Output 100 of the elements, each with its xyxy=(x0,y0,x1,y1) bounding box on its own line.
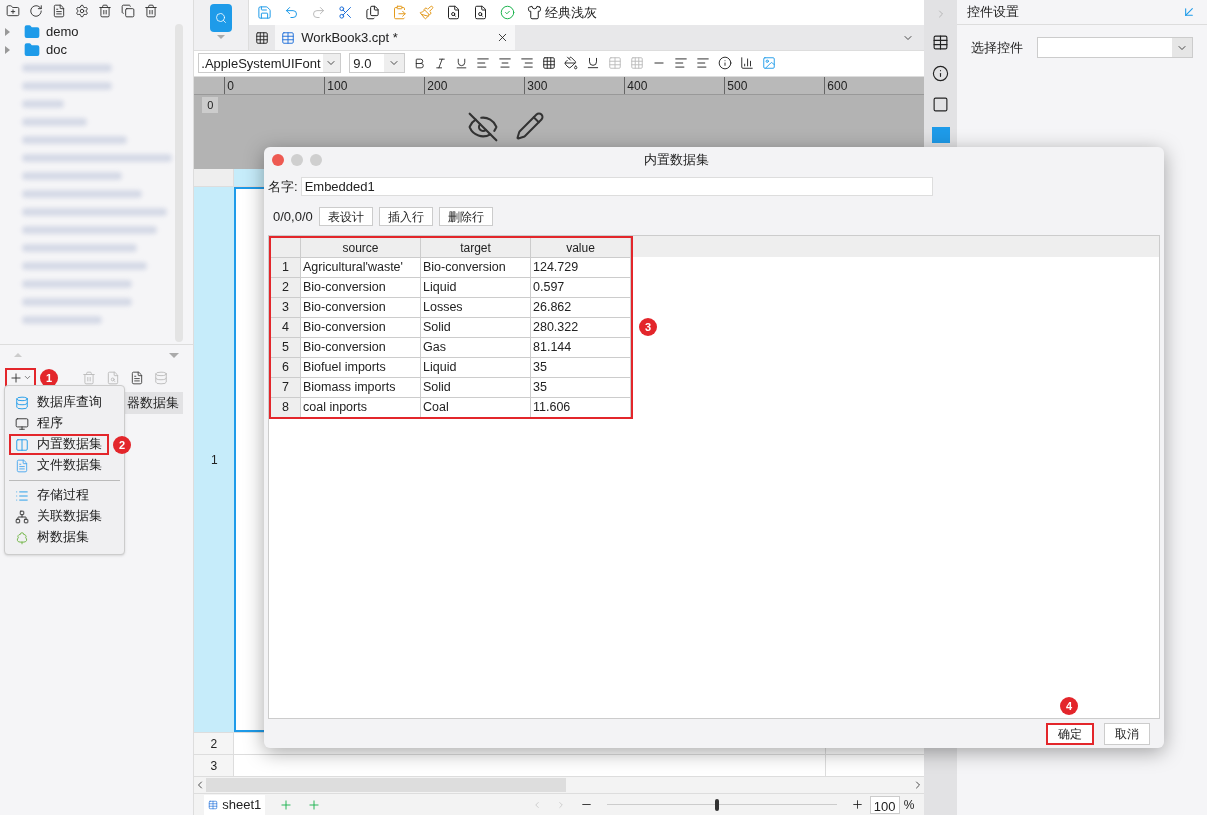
position-text: 0/0,0/0 xyxy=(273,207,313,226)
refresh-icon[interactable] xyxy=(29,4,43,18)
plus-icon[interactable] xyxy=(9,370,23,385)
table-cell[interactable]: Bio-conversion xyxy=(301,298,421,317)
active-panel-icon[interactable] xyxy=(931,127,950,143)
toolbar-button[interactable]: 删除行 xyxy=(438,206,493,226)
expand-arrow-icon[interactable] xyxy=(5,28,10,36)
menu-item[interactable]: 数据库查询 xyxy=(9,392,109,413)
row-header[interactable]: 3 xyxy=(194,755,235,776)
dataset-icon[interactable] xyxy=(210,4,233,32)
table-cell[interactable]: Solid xyxy=(421,378,531,397)
column-header[interactable]: target xyxy=(421,238,531,257)
table-cell[interactable]: Bio-conversion xyxy=(301,318,421,337)
table-icon xyxy=(15,437,29,452)
file-tab[interactable]: WorkBook3.cpt * xyxy=(275,25,516,50)
new-sheet-icon[interactable] xyxy=(255,30,270,45)
table-cell[interactable]: Biomass imports xyxy=(301,378,421,397)
folder-icon xyxy=(24,24,40,40)
table-cell[interactable]: Bio-conversion xyxy=(301,338,421,357)
info-icon[interactable] xyxy=(932,65,950,82)
font-size-select[interactable]: 9.0 xyxy=(349,53,406,74)
pencil-icon[interactable] xyxy=(515,110,546,141)
align-right-icon[interactable] xyxy=(520,56,535,71)
table-cell[interactable]: 81.144 xyxy=(531,338,631,357)
table-cell[interactable]: Losses xyxy=(421,298,531,317)
column-header[interactable]: value xyxy=(531,238,631,257)
new-folder-icon[interactable] xyxy=(6,4,20,18)
chart-icon[interactable] xyxy=(740,56,755,71)
callout-badge: 3 xyxy=(639,318,657,336)
fill-color-icon[interactable] xyxy=(564,56,579,71)
paste-icon[interactable] xyxy=(392,5,408,20)
caret-icon[interactable] xyxy=(23,373,32,382)
table-cell[interactable]: 124.729 xyxy=(531,258,631,277)
eye-off-icon[interactable] xyxy=(467,110,500,143)
table-cell[interactable]: Agricultural'waste' xyxy=(301,258,421,277)
copy-icon[interactable] xyxy=(121,4,135,18)
table-cell[interactable]: Liquid xyxy=(421,278,531,297)
zoom-in-icon[interactable] xyxy=(850,798,864,811)
table-cell[interactable]: Gas xyxy=(421,338,531,357)
toolbar-button[interactable]: 插入行 xyxy=(378,206,433,226)
align-left-icon[interactable] xyxy=(476,56,491,71)
menu-item[interactable]: 文件数据集 xyxy=(9,455,109,476)
menu-item[interactable]: 关联数据集 xyxy=(9,506,109,527)
table-cell[interactable]: Coal xyxy=(421,398,531,417)
row-number: 4 xyxy=(271,318,301,337)
table-cell[interactable]: coal inports xyxy=(301,398,421,417)
cut-icon[interactable] xyxy=(338,5,354,20)
expand-arrow-icon[interactable] xyxy=(5,46,10,54)
table-cell[interactable]: Bio-conversion xyxy=(301,278,421,297)
cell-attr-icon[interactable] xyxy=(932,34,950,51)
table-cell[interactable]: Liquid xyxy=(421,358,531,377)
check-icon[interactable] xyxy=(500,5,516,20)
tree-item[interactable]: demo xyxy=(46,22,79,42)
format-brush-icon[interactable] xyxy=(419,5,435,20)
bold-icon[interactable] xyxy=(413,56,427,70)
table-cell[interactable]: Biofuel imports xyxy=(301,358,421,377)
dialog-button[interactable]: 取消 xyxy=(1104,723,1150,745)
menu-item[interactable]: 程序 xyxy=(9,413,109,434)
row-header[interactable]: 2 xyxy=(194,733,235,754)
theme-button[interactable]: 经典浅灰 xyxy=(527,2,598,23)
slider-thumb[interactable] xyxy=(715,798,720,811)
menu-item[interactable]: 存储过程 xyxy=(9,485,109,506)
table-cell[interactable]: 26.862 xyxy=(531,298,631,317)
font-select[interactable]: .AppleSystemUIFont xyxy=(198,53,342,74)
row-header[interactable]: 1 xyxy=(194,187,235,732)
align-center-icon[interactable] xyxy=(498,56,513,71)
widget-icon[interactable] xyxy=(932,96,950,113)
text-search-icon[interactable] xyxy=(446,5,462,20)
table-cell[interactable]: 0.597 xyxy=(531,278,631,297)
italic-icon[interactable] xyxy=(434,56,448,70)
column-header[interactable]: source xyxy=(301,238,421,257)
image-icon[interactable] xyxy=(762,56,777,71)
table-cell[interactable]: 11.606 xyxy=(531,398,631,417)
table-cell[interactable]: 280.322 xyxy=(531,318,631,337)
dialog-button[interactable]: 确定 xyxy=(1046,723,1094,745)
settings-icon[interactable] xyxy=(75,4,89,18)
row-number: 2 xyxy=(271,278,301,297)
ruler-label: 400 xyxy=(624,76,725,94)
sheet-tab[interactable]: sheet1 xyxy=(204,794,266,815)
undo-icon[interactable] xyxy=(284,5,300,20)
dataset-tab[interactable]: 器数据集 xyxy=(123,392,184,414)
zoom-field[interactable]: 100 xyxy=(869,795,900,814)
save-icon[interactable] xyxy=(257,5,273,20)
copy-icon[interactable] xyxy=(365,5,381,20)
menu-item[interactable]: 内置数据集 xyxy=(9,434,109,455)
name-field[interactable]: Embedded1 xyxy=(300,177,933,197)
table-cell[interactable]: Solid xyxy=(421,318,531,337)
table-cell[interactable]: 35 xyxy=(531,358,631,377)
delete-icon[interactable] xyxy=(98,4,112,18)
table-cell[interactable]: 35 xyxy=(531,378,631,397)
zoom-slider[interactable] xyxy=(606,798,837,811)
recycle-bin-icon[interactable] xyxy=(144,4,158,18)
row-number: 1 xyxy=(271,258,301,277)
underline-icon[interactable] xyxy=(455,56,469,70)
tree-item[interactable]: doc xyxy=(46,40,67,60)
menu-item[interactable]: 树数据集 xyxy=(9,527,109,548)
border-icon[interactable] xyxy=(542,56,557,71)
toolbar-button[interactable]: 表设计 xyxy=(318,206,373,226)
table-cell[interactable]: Bio-conversion xyxy=(421,258,531,277)
dialog-title: 内置数据集 xyxy=(644,151,709,170)
